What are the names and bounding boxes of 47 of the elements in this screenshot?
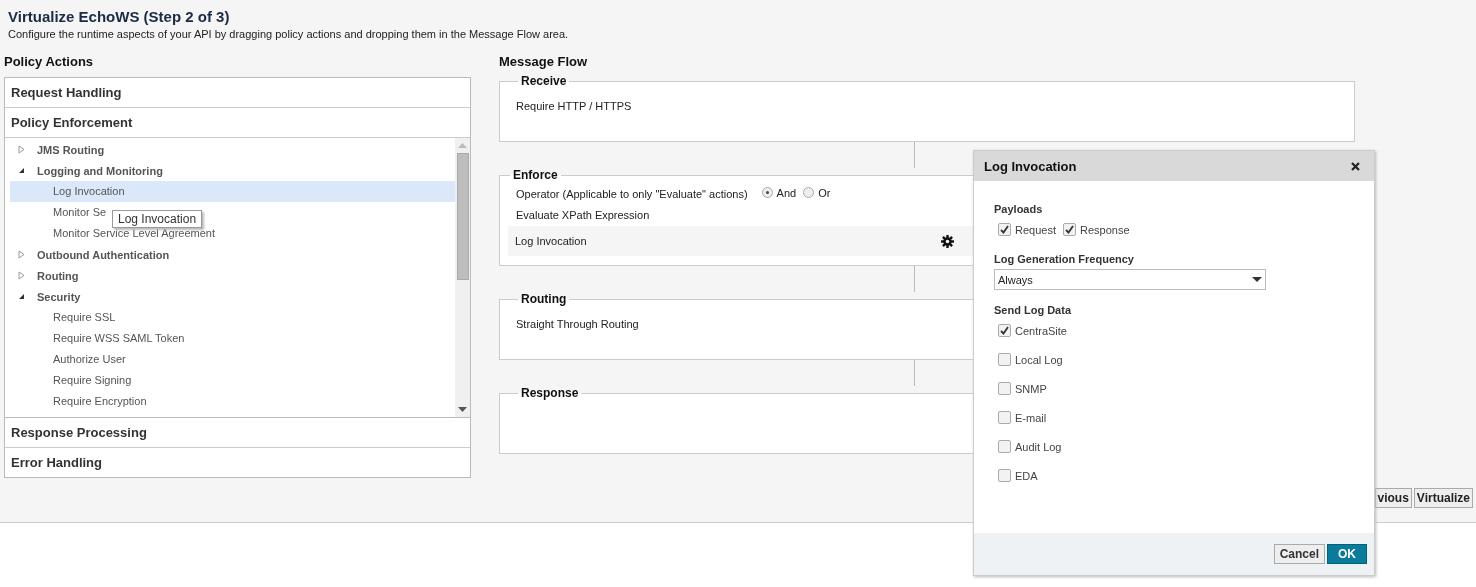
checkbox-label[interactable]: E-mail [1015,411,1047,424]
tree-item[interactable]: Require WSS SAML Token [53,328,185,349]
tree-item[interactable]: Require Signing [53,370,132,391]
field-label: Log Generation Frequency [994,253,1135,265]
footer-button[interactable]: vious [1374,488,1412,508]
tree-item[interactable]: Log Invocation [10,181,455,202]
accordion-header[interactable]: Response Processing [5,418,470,448]
field-label: Payloads [994,203,1044,215]
tree-group[interactable]: JMS Routing [37,143,105,156]
tree-item[interactable]: Require SSL [53,307,116,328]
tree-group[interactable]: Routing [37,269,79,282]
tooltip: Log Invocation [112,210,203,228]
checkbox-label[interactable]: Request [1015,223,1056,236]
checkbox-label[interactable]: Audit Log [1015,440,1062,453]
section-title: Message Flow [499,54,589,71]
field-label: Send Log Data [994,304,1073,316]
ok-button[interactable]: OK [1327,544,1367,564]
accordion-header[interactable]: Error Handling [5,448,470,477]
radio-label[interactable]: Or [818,186,831,199]
page-title: Virtualize EchoWS (Step 2 of 3) [8,8,231,25]
accordion-header[interactable]: Policy Enforcement [5,108,470,138]
dialog-title: Log Invocation [984,158,1077,174]
policy-item[interactable]: Require HTTP / HTTPS [516,88,1354,112]
page-subtitle: Configure the runtime aspects of your API by dragging policy actions and dropping them in the Message Flow area. [8,28,570,40]
checkbox-label[interactable]: Local Log [1015,353,1063,366]
stage-legend: Routing [518,292,570,306]
tree-group[interactable]: Outbound Authentication [37,248,170,261]
tree-item[interactable]: Authorize User [53,349,126,370]
checkbox-label[interactable]: EDA [1015,469,1038,482]
tree-group[interactable]: Logging and Monitoring [37,164,163,177]
accordion-header[interactable]: Request Handling [5,78,470,108]
stage-legend: Response [518,386,582,400]
cancel-button[interactable]: Cancel [1273,544,1325,564]
tree-group[interactable]: Security [37,290,81,303]
tree-item[interactable]: Monitor Se [53,202,107,223]
stage-legend: Receive [518,74,570,88]
footer-button[interactable]: Virtualize [1413,488,1473,508]
policy-item[interactable]: Log Invocation [515,235,587,247]
checkbox-label[interactable]: SNMP [1015,382,1047,395]
tree-item[interactable]: Require Encryption [53,391,147,412]
radio-label[interactable]: And [776,186,797,199]
checkbox-label[interactable]: Response [1080,223,1130,236]
frequency-dropdown[interactable]: Always [994,269,1266,290]
section-title: Policy Actions [4,54,95,71]
operator-label: Operator (Applicable to only "Evaluate" actions) [516,188,748,200]
stage-legend: Enforce [510,168,561,182]
checkbox-label[interactable]: CentraSite [1015,324,1067,337]
